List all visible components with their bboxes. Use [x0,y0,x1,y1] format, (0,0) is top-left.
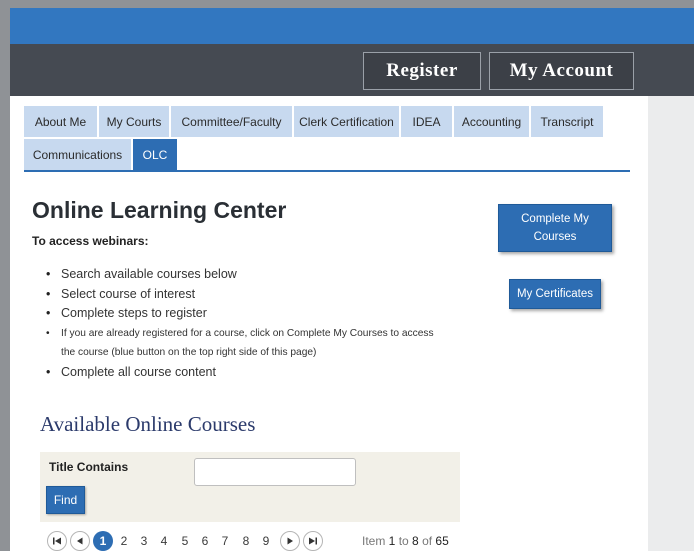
tab-olc[interactable]: OLC [133,139,177,170]
page-title: Online Learning Center [32,197,287,223]
page-number[interactable]: 6 [195,531,215,551]
complete-my-courses-button[interactable]: Complete My Courses [498,204,612,252]
list-item: Complete steps to register [34,304,434,324]
list-item: Search available courses below [34,265,434,285]
instructions-list: Search available courses below Select co… [34,265,434,382]
tab-about-me[interactable]: About Me [24,106,97,137]
page-number[interactable]: 4 [154,531,174,551]
previous-page-icon[interactable] [70,531,90,551]
tab-transcript[interactable]: Transcript [531,106,603,137]
list-item: If you are already registered for a cour… [34,324,434,344]
tab-accounting[interactable]: Accounting [454,106,529,137]
page-number[interactable]: 1 [93,531,113,551]
list-item: Select course of interest [34,285,434,305]
top-accent-strip [10,8,694,44]
page-number[interactable]: 3 [134,531,154,551]
last-page-icon[interactable] [303,531,323,551]
register-button[interactable]: Register [363,52,481,90]
title-contains-input[interactable] [194,458,356,486]
access-instructions-label: To access webinars: [32,234,149,248]
title-contains-label: Title Contains [49,460,129,474]
tab-underline [24,170,630,172]
tab-my-courts[interactable]: My Courts [99,106,169,137]
page-number[interactable]: 2 [114,531,134,551]
page-number[interactable]: 9 [256,531,276,551]
list-item: Complete all course content [34,363,434,383]
item-count: Item 1 to 8 of 65 [362,534,449,548]
tab-idea[interactable]: IDEA [401,106,452,137]
page-number[interactable]: 7 [215,531,235,551]
window-frame-left [0,0,10,551]
section-title: Available Online Courses [40,412,256,436]
right-gutter [648,96,694,551]
my-certificates-button[interactable]: My Certificates [509,279,601,309]
window-frame-top [0,0,694,8]
page-number[interactable]: 8 [236,531,256,551]
tab-communications[interactable]: Communications [24,139,131,170]
page-number[interactable]: 5 [175,531,195,551]
first-page-icon[interactable] [47,531,67,551]
next-page-icon[interactable] [280,531,300,551]
my-account-button[interactable]: My Account [489,52,634,90]
tab-committee-faculty[interactable]: Committee/Faculty [171,106,292,137]
list-item-continuation: the course (blue button on the top right… [61,347,317,358]
find-button[interactable]: Find [46,486,85,514]
tab-clerk-certification[interactable]: Clerk Certification [294,106,399,137]
